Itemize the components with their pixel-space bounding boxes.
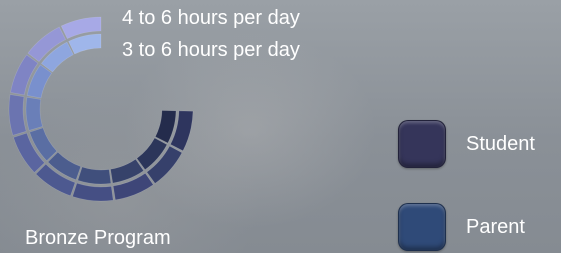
program-label: Bronze Program — [25, 227, 171, 249]
legend-swatch-student — [398, 120, 446, 168]
inner-ring-segment — [154, 110, 177, 144]
outer-ring-segment — [8, 94, 27, 136]
outer-ring-segment — [72, 182, 114, 202]
legend-label-student: Student — [466, 133, 535, 155]
inner-ring-label: 3 to 6 hours per day — [122, 39, 300, 61]
inner-ring-segment — [77, 166, 112, 185]
inner-ring-segment — [68, 33, 102, 55]
legend-item-student: Student — [398, 120, 535, 168]
inner-ring-segment — [25, 96, 43, 131]
legend-label-parent: Parent — [466, 216, 525, 238]
legend-swatch-parent — [398, 203, 446, 251]
legend-item-parent: Parent — [398, 203, 525, 251]
outer-ring-label: 4 to 6 hours per day — [122, 7, 300, 29]
